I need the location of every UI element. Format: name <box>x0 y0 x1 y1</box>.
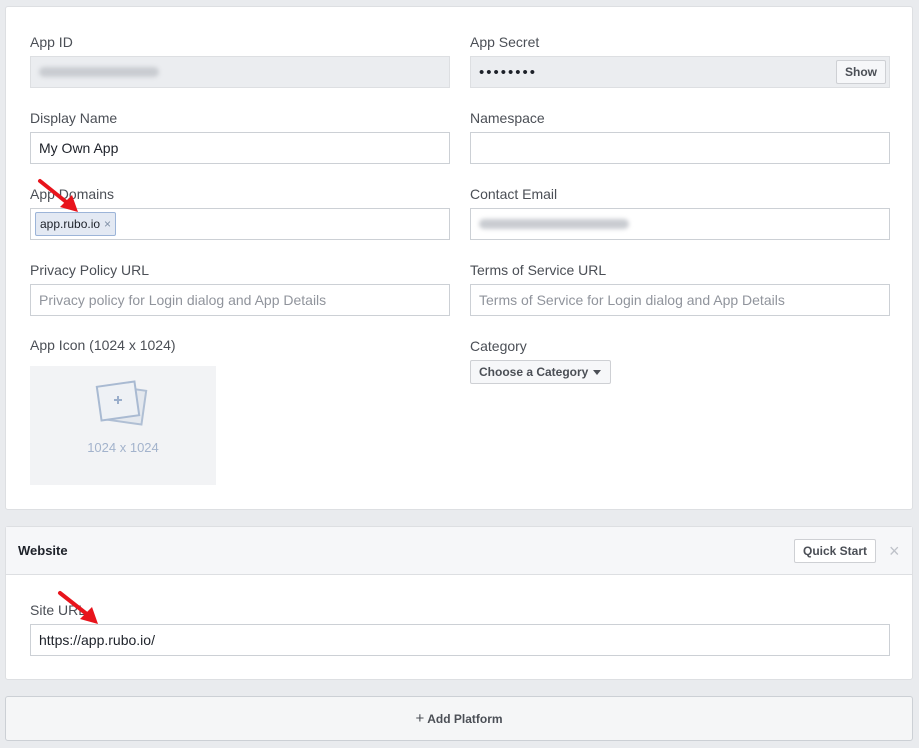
close-icon[interactable]: × <box>889 541 900 562</box>
choose-category-button[interactable]: Choose a Category <box>470 360 611 384</box>
app-id-field[interactable] <box>30 56 450 88</box>
app-icon-label: App Icon (1024 x 1024) <box>30 337 176 353</box>
app-id-label: App ID <box>30 34 73 50</box>
add-platform-button[interactable]: + Add Platform <box>5 696 913 741</box>
contact-email-redacted <box>479 219 629 229</box>
caret-down-icon <box>593 369 602 375</box>
tos-placeholder: Terms of Service for Login dialog and Ap… <box>479 292 785 308</box>
app-domains-field[interactable]: app.rubo.io × <box>30 208 450 240</box>
tos-label: Terms of Service URL <box>470 262 607 278</box>
website-title: Website <box>18 543 68 558</box>
website-header <box>6 527 912 574</box>
site-url-value: https://app.rubo.io/ <box>39 632 155 648</box>
namespace-field[interactable] <box>470 132 890 164</box>
website-platform-panel: Website Quick Start × Site URL https://a… <box>5 526 913 680</box>
red-arrow-icon <box>38 179 78 212</box>
category-label: Category <box>470 338 527 354</box>
app-secret-value: •••••••• <box>479 63 538 81</box>
namespace-label: Namespace <box>470 110 545 126</box>
header-divider <box>6 574 912 575</box>
choose-category-label: Choose a Category <box>479 365 589 379</box>
app-icon-size-text: 1024 x 1024 <box>87 440 159 455</box>
display-name-value: My Own App <box>39 140 119 156</box>
app-domain-token-text: app.rubo.io <box>40 217 101 231</box>
display-name-field[interactable]: My Own App <box>30 132 450 164</box>
privacy-policy-field[interactable]: Privacy policy for Login dialog and App … <box>30 284 450 316</box>
site-url-field[interactable]: https://app.rubo.io/ <box>30 624 890 656</box>
add-platform-row: + Add Platform <box>6 710 912 727</box>
image-placeholder-icon <box>95 380 148 426</box>
basic-settings-panel: App ID App Secret •••••••• Show Display … <box>5 6 913 510</box>
app-secret-field[interactable]: •••••••• <box>470 56 890 88</box>
add-platform-label: Add Platform <box>427 712 503 726</box>
contact-email-field[interactable] <box>470 208 890 240</box>
tos-field[interactable]: Terms of Service for Login dialog and Ap… <box>470 284 890 316</box>
token-remove-icon[interactable]: × <box>104 217 111 231</box>
app-secret-label: App Secret <box>470 34 540 50</box>
privacy-policy-label: Privacy Policy URL <box>30 262 150 278</box>
plus-icon: + <box>415 710 425 727</box>
contact-email-label: Contact Email <box>470 186 558 202</box>
display-name-label: Display Name <box>30 110 118 126</box>
red-arrow-icon <box>58 591 98 624</box>
show-secret-button[interactable]: Show <box>836 60 886 84</box>
app-icon-upload[interactable]: 1024 x 1024 <box>30 366 216 485</box>
quick-start-button[interactable]: Quick Start <box>794 539 876 563</box>
privacy-policy-placeholder: Privacy policy for Login dialog and App … <box>39 292 327 308</box>
app-id-redacted <box>39 67 159 77</box>
